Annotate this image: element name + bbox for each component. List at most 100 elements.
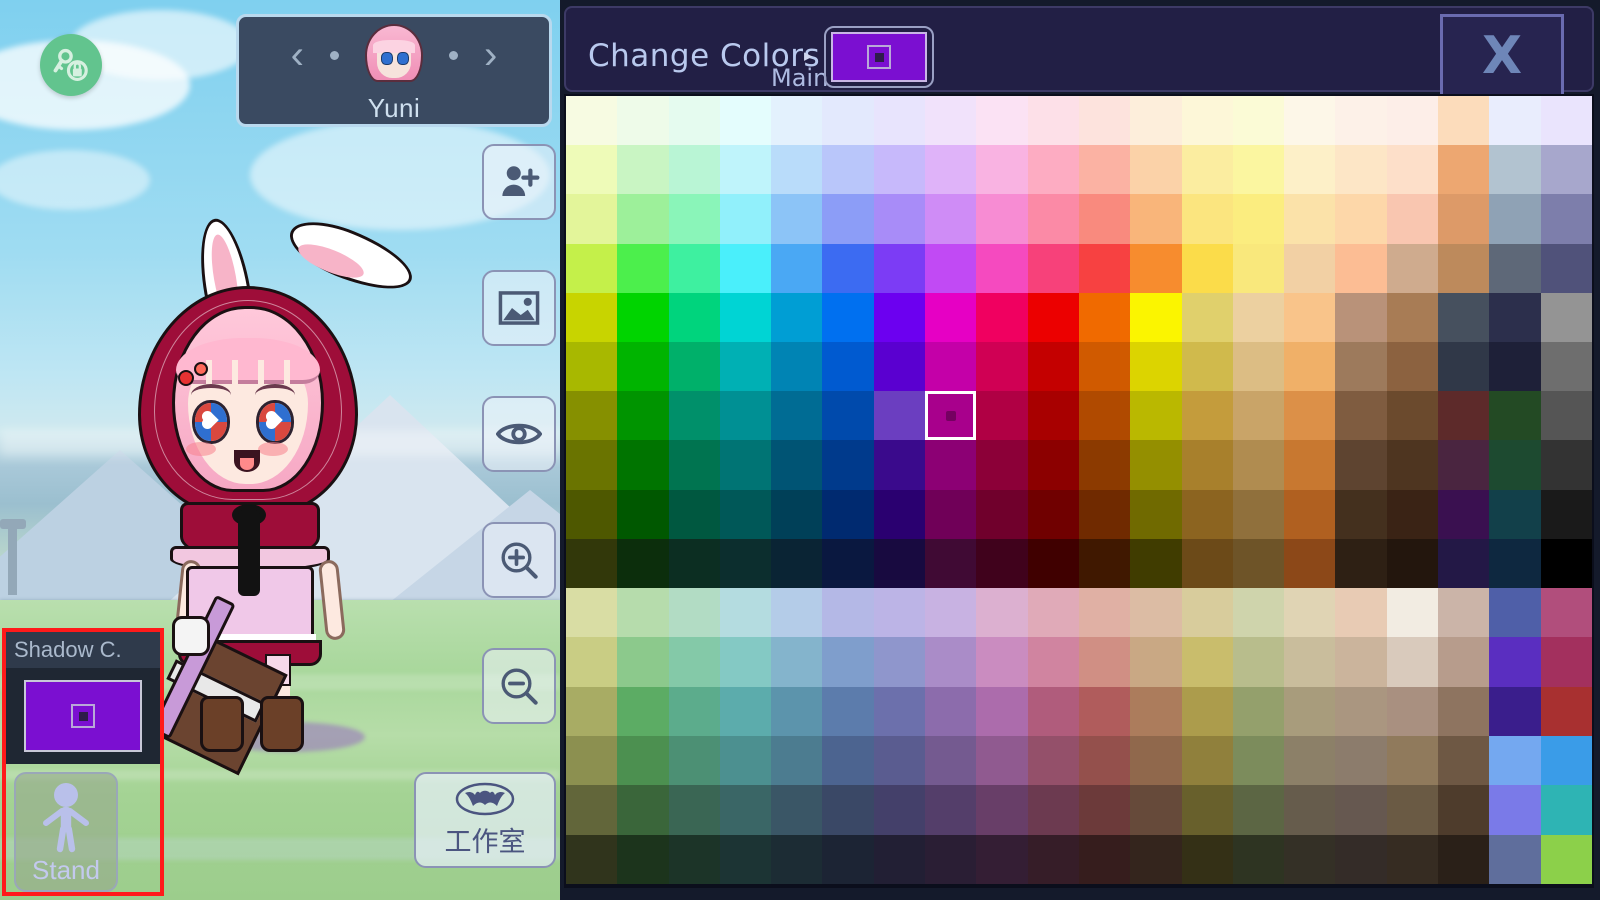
color-swatch-cell[interactable]: [719, 145, 772, 195]
color-swatch-cell[interactable]: [1181, 391, 1233, 441]
color-swatch-cell[interactable]: [1027, 735, 1079, 786]
color-swatch-cell[interactable]: [1078, 243, 1131, 293]
color-swatch-cell[interactable]: [771, 292, 823, 342]
color-swatch-cell[interactable]: [1489, 686, 1541, 736]
color-swatch-cell[interactable]: [822, 440, 874, 490]
zoom-out-button[interactable]: [482, 648, 556, 724]
color-swatch-cell[interactable]: [873, 489, 926, 539]
color-swatch-cell[interactable]: [719, 341, 772, 392]
color-swatch-cell[interactable]: [719, 735, 772, 786]
color-swatch-cell[interactable]: [1130, 341, 1182, 392]
color-swatch-cell[interactable]: [1335, 391, 1387, 441]
color-swatch-cell[interactable]: [925, 96, 977, 146]
color-palette-area[interactable]: [564, 94, 1594, 888]
color-swatch-cell[interactable]: [1181, 834, 1233, 884]
color-swatch-cell[interactable]: [1540, 785, 1592, 835]
color-swatch-cell[interactable]: [873, 686, 926, 736]
color-swatch-cell[interactable]: [1284, 194, 1336, 244]
color-swatch-cell[interactable]: [1335, 341, 1387, 392]
character-selector[interactable]: ‹ › Yuni: [236, 14, 552, 127]
color-swatch-cell[interactable]: [668, 489, 720, 539]
color-swatch-cell[interactable]: [771, 785, 823, 835]
color-swatch-cell[interactable]: [1181, 538, 1233, 588]
color-swatch-cell[interactable]: [1181, 243, 1233, 293]
color-swatch-cell[interactable]: [1335, 686, 1387, 736]
color-swatch-cell[interactable]: [873, 145, 926, 195]
color-swatch-cell[interactable]: [1489, 96, 1541, 146]
color-swatch-cell[interactable]: [1130, 785, 1182, 835]
color-swatch-cell[interactable]: [668, 391, 720, 441]
color-swatch-cell[interactable]: [617, 686, 669, 736]
color-swatch-cell[interactable]: [1078, 145, 1131, 195]
color-swatch-cell[interactable]: [1130, 145, 1182, 195]
color-swatch-cell[interactable]: [1232, 489, 1285, 539]
color-swatch-cell[interactable]: [976, 834, 1028, 884]
color-swatch-cell[interactable]: [719, 489, 772, 539]
color-swatch-cell[interactable]: [1130, 637, 1182, 687]
color-swatch-cell[interactable]: [822, 686, 874, 736]
color-swatch-cell[interactable]: [976, 489, 1028, 539]
color-swatch-cell[interactable]: [1438, 785, 1490, 835]
color-swatch-cell[interactable]: [1232, 145, 1285, 195]
next-character-button[interactable]: ›: [480, 35, 501, 75]
color-swatch-cell[interactable]: [822, 145, 874, 195]
color-swatch-cell[interactable]: [1438, 292, 1490, 342]
color-swatch-cell[interactable]: [1078, 194, 1131, 244]
color-swatch-cell[interactable]: [1181, 735, 1233, 786]
color-swatch-cell[interactable]: [668, 194, 720, 244]
shadow-color-panel[interactable]: Shadow C. Stand: [2, 628, 164, 896]
color-swatch-cell[interactable]: [1335, 785, 1387, 835]
color-swatch-cell[interactable]: [771, 440, 823, 490]
color-swatch-cell[interactable]: [1027, 637, 1079, 687]
studio-button[interactable]: 工作室: [414, 772, 556, 868]
color-swatch-cell[interactable]: [873, 96, 926, 146]
color-swatch-cell[interactable]: [822, 391, 874, 441]
prev-character-button[interactable]: ‹: [287, 35, 308, 75]
character-sprite[interactable]: [120, 209, 450, 870]
color-swatch-cell[interactable]: [668, 440, 720, 490]
color-swatch-cell[interactable]: [566, 735, 618, 786]
color-swatch-cell[interactable]: [1284, 489, 1336, 539]
color-swatch-cell[interactable]: [1027, 145, 1079, 195]
color-swatch-cell[interactable]: [976, 785, 1028, 835]
color-swatch-cell[interactable]: [925, 391, 977, 441]
color-swatch-cell[interactable]: [925, 489, 977, 539]
color-swatch-cell[interactable]: [617, 292, 669, 342]
color-swatch-cell[interactable]: [771, 96, 823, 146]
color-swatch-cell[interactable]: [873, 243, 926, 293]
color-swatch-cell[interactable]: [1489, 637, 1541, 687]
color-swatch-cell[interactable]: [1540, 489, 1592, 539]
color-swatch-cell[interactable]: [1540, 735, 1592, 786]
color-swatch-cell[interactable]: [1335, 440, 1387, 490]
color-swatch-cell[interactable]: [771, 194, 823, 244]
color-swatch-cell[interactable]: [822, 785, 874, 835]
color-swatch-cell[interactable]: [566, 341, 618, 392]
color-swatch-cell[interactable]: [1540, 391, 1592, 441]
color-swatch-cell[interactable]: [566, 391, 618, 441]
color-swatch-cell[interactable]: [1489, 194, 1541, 244]
color-swatch-cell[interactable]: [1335, 637, 1387, 687]
color-swatch-cell[interactable]: [617, 489, 669, 539]
color-swatch-cell[interactable]: [1181, 489, 1233, 539]
color-swatch-cell[interactable]: [1438, 194, 1490, 244]
preview-button[interactable]: [482, 396, 556, 472]
color-swatch-cell[interactable]: [668, 341, 720, 392]
color-swatch-cell[interactable]: [1438, 538, 1490, 588]
color-swatch-cell[interactable]: [1284, 686, 1336, 736]
color-swatch-cell[interactable]: [925, 292, 977, 342]
color-swatch-cell[interactable]: [1540, 588, 1592, 638]
color-swatch-cell[interactable]: [1027, 96, 1079, 146]
color-swatch-cell[interactable]: [771, 735, 823, 786]
color-swatch-cell[interactable]: [719, 637, 772, 687]
color-swatch-cell[interactable]: [1540, 194, 1592, 244]
color-swatch-cell[interactable]: [976, 243, 1028, 293]
shadow-color-swatch[interactable]: [24, 680, 142, 752]
color-swatch-cell[interactable]: [1181, 785, 1233, 835]
color-swatch-cell[interactable]: [976, 96, 1028, 146]
color-swatch-cell[interactable]: [1335, 145, 1387, 195]
color-swatch-cell[interactable]: [1284, 96, 1336, 146]
color-swatch-cell[interactable]: [822, 588, 874, 638]
color-swatch-cell[interactable]: [822, 637, 874, 687]
color-swatch-cell[interactable]: [1078, 292, 1131, 342]
color-swatch-cell[interactable]: [976, 145, 1028, 195]
